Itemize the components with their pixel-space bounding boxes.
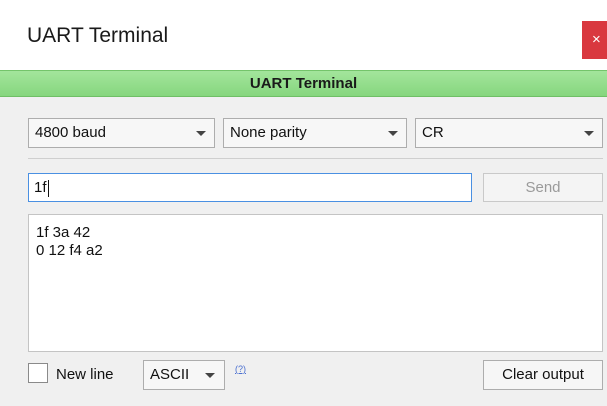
- format-select[interactable]: ASCII: [143, 360, 225, 390]
- output-line: 1f 3a 42: [36, 224, 91, 241]
- close-button[interactable]: ×: [582, 21, 607, 59]
- close-icon: ×: [592, 31, 601, 48]
- parity-select[interactable]: None parity: [223, 118, 407, 148]
- format-value: ASCII: [150, 366, 190, 383]
- baud-rate-select[interactable]: 4800 baud: [28, 118, 215, 148]
- new-line-checkbox[interactable]: [28, 363, 48, 383]
- window-title: UART Terminal: [27, 24, 169, 47]
- new-line-label: New line: [56, 366, 114, 383]
- send-data-input[interactable]: 1f: [28, 173, 472, 202]
- send-button[interactable]: Send: [483, 173, 603, 202]
- clear-output-button[interactable]: Clear output: [483, 360, 603, 390]
- help-link[interactable]: (?): [235, 364, 246, 374]
- line-ending-select[interactable]: CR: [415, 118, 603, 148]
- uart-terminal-window: UART Terminal × UART Terminal 4800 baud …: [0, 0, 607, 406]
- divider: [28, 158, 603, 159]
- title-bar: UART Terminal ×: [0, 0, 607, 70]
- chevron-down-icon: [388, 131, 398, 136]
- chevron-down-icon: [584, 131, 594, 136]
- header-bar: UART Terminal: [0, 70, 607, 97]
- line-ending-value: CR: [422, 124, 444, 141]
- chevron-down-icon: [205, 373, 215, 378]
- chevron-down-icon: [196, 131, 206, 136]
- parity-value: None parity: [230, 124, 307, 141]
- text-caret: [47, 179, 49, 197]
- output-area[interactable]: 1f 3a 42 0 12 f4 a2: [28, 214, 603, 352]
- output-line: 0 12 f4 a2: [36, 242, 103, 259]
- send-data-input-value: 1f: [34, 179, 47, 196]
- baud-rate-value: 4800 baud: [35, 124, 106, 141]
